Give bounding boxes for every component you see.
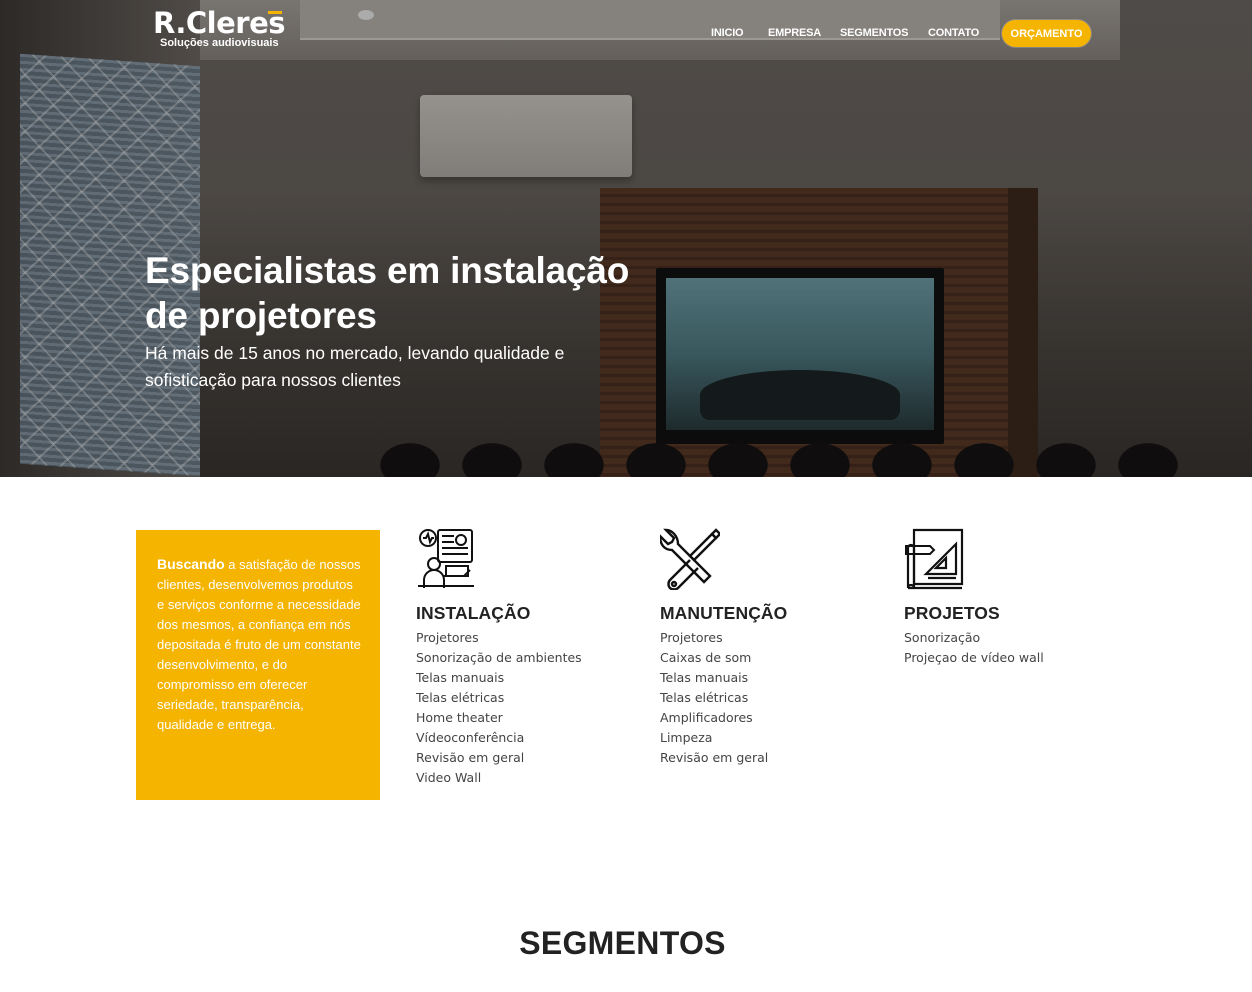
nav-inicio[interactable]: INICIO	[711, 27, 744, 39]
orcamento-button[interactable]: ORÇAMENTO	[1002, 20, 1091, 47]
service-manutencao: MANUTENÇÃO Projetores Caixas de som Tela…	[660, 528, 787, 768]
nav-contato[interactable]: CONTATO	[928, 27, 979, 39]
service-item: Amplificadores	[660, 710, 753, 725]
hero-title: Especialistas em instalação de projetore…	[145, 248, 629, 338]
installation-icon	[418, 529, 474, 588]
segments-title: SEGMENTOS	[519, 925, 726, 961]
service-item: Revisão em geral	[660, 750, 769, 765]
service-list: Projetores Sonorização de ambientes Tela…	[416, 628, 582, 788]
service-title: MANUTENÇÃO	[660, 603, 788, 623]
service-projetos: PROJETOS Sonorização Projeçao de vídeo w…	[904, 528, 1044, 668]
service-item: Sonorização de ambientes	[416, 650, 582, 665]
about-box: Buscando a satisfação de nossos clientes…	[136, 530, 380, 800]
service-list: Sonorização Projeçao de vídeo wall	[904, 628, 1044, 668]
service-item: Telas manuais	[416, 670, 505, 685]
hero-overlay	[0, 0, 1252, 477]
nav-empresa[interactable]: EMPRESA	[768, 27, 821, 39]
hero-subtitle: Há mais de 15 anos no mercado, levando q…	[145, 343, 565, 390]
logo-name: R.Cleres	[153, 6, 286, 40]
service-item: Telas elétricas	[660, 690, 749, 705]
about-lead: Buscando	[157, 556, 225, 572]
hero-title-line2: de projetores	[145, 295, 377, 336]
service-title: INSTALAÇÃO	[416, 603, 531, 623]
service-list: Projetores Caixas de som Telas manuais T…	[660, 628, 787, 768]
hero-title-line1: Especialistas em instalação	[145, 250, 630, 291]
service-item: Projetores	[416, 630, 479, 645]
logo-tagline: Soluções audiovisuais	[160, 37, 279, 49]
tools-icon	[660, 528, 720, 590]
blueprint-icon	[905, 528, 964, 590]
logo-accent-dash	[268, 11, 282, 14]
service-item: Vídeoconferência	[416, 730, 525, 745]
service-item: Telas elétricas	[416, 690, 505, 705]
service-item: Video Wall	[416, 770, 482, 785]
service-item: Projeçao de vídeo wall	[904, 650, 1044, 665]
service-item: Caixas de som	[660, 650, 752, 665]
logo[interactable]: R.Cleres Soluções audiovisuais	[153, 6, 286, 49]
service-item: Sonorização	[904, 630, 981, 645]
service-instalacao: INSTALAÇÃO Projetores Sonorização de amb…	[416, 528, 582, 788]
service-item: Revisão em geral	[416, 750, 525, 765]
service-item: Home theater	[416, 710, 503, 725]
service-item: Projetores	[660, 630, 723, 645]
hero-banner	[0, 0, 1252, 477]
service-item: Telas manuais	[660, 670, 749, 685]
about-text: a satisfação de nossos clientes, desenvo…	[157, 557, 361, 732]
service-item: Limpeza	[660, 730, 713, 745]
service-title: PROJETOS	[904, 603, 1000, 623]
nav-segmentos[interactable]: SEGMENTOS	[840, 27, 908, 39]
